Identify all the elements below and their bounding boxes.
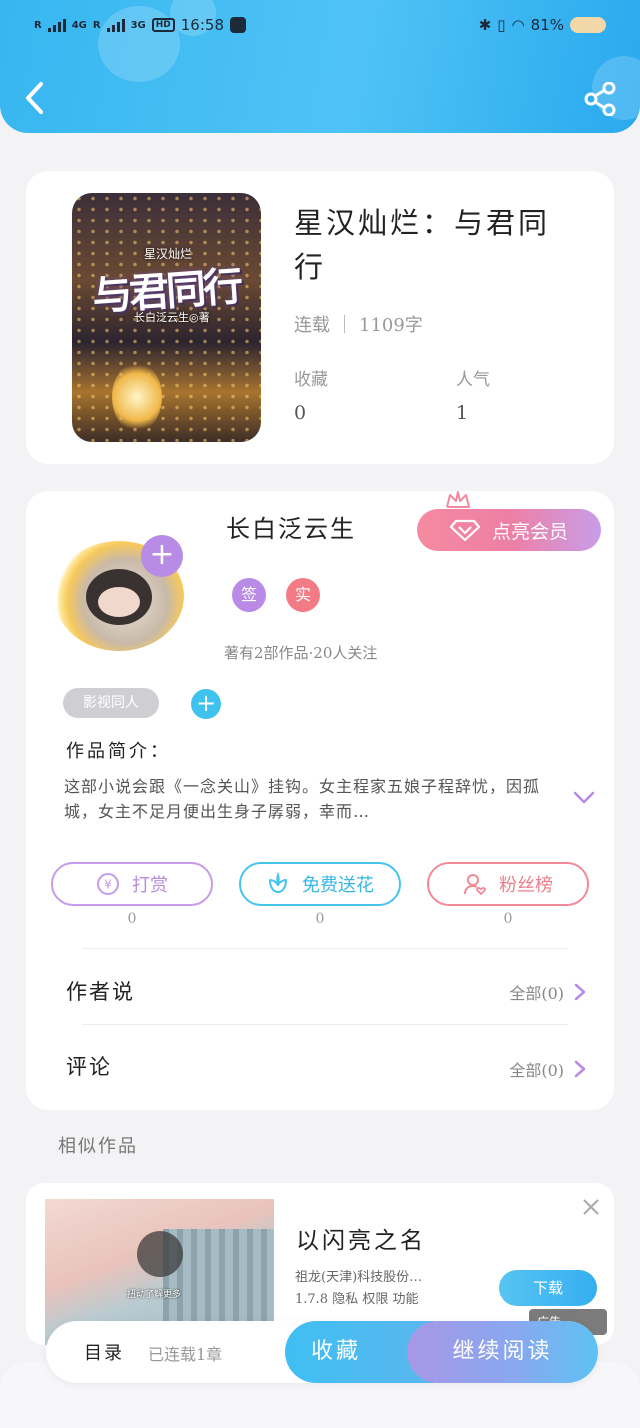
ad-title: 以闪亮之名 bbox=[296, 1228, 426, 1254]
popularity-stat: 人气 1 bbox=[456, 365, 490, 424]
ad-desc: 祖龙(天津)科技股份… 1.7.8 隐私 权限 功能 bbox=[295, 1267, 422, 1311]
author-says-count: 全部(0) bbox=[509, 984, 564, 1003]
play-icon[interactable] bbox=[137, 1231, 183, 1277]
vibrate-icon: ▯ bbox=[497, 16, 506, 34]
intro-label: 作品简介： bbox=[66, 741, 171, 762]
toc-status: 已连载1章 bbox=[148, 1345, 223, 1364]
signal-icon bbox=[47, 18, 66, 32]
share-icon[interactable] bbox=[584, 82, 616, 116]
sim1-network: 4G bbox=[71, 19, 87, 31]
send-flower-button[interactable]: 免费送花 bbox=[239, 862, 401, 906]
book-title: 星汉灿烂：与君同行 bbox=[294, 206, 551, 284]
cover-lantern bbox=[112, 362, 162, 432]
book-word-count: 1109字 bbox=[359, 315, 423, 336]
comments-label: 评论 bbox=[66, 1055, 112, 1079]
divider bbox=[82, 1024, 568, 1025]
toc-button[interactable]: 目录 bbox=[84, 1339, 124, 1365]
yen-icon: ¥ bbox=[97, 873, 119, 895]
avatar-figure bbox=[86, 569, 152, 625]
bottom-action-bar: 目录 已连载1章 收藏 继续阅读 bbox=[46, 1321, 598, 1383]
close-icon[interactable] bbox=[581, 1197, 601, 1217]
book-cover[interactable]: 星汉灿烂 与君同行 长白泛云生◎著 bbox=[72, 193, 261, 442]
tip-button-label: 打赏 bbox=[132, 875, 168, 896]
comments-link[interactable]: 全部(0) bbox=[509, 1057, 586, 1081]
svg-text:¥: ¥ bbox=[104, 878, 112, 892]
hd-icon: HD bbox=[151, 18, 175, 32]
battery-level: 81% bbox=[530, 16, 564, 34]
author-name[interactable]: 长白泛云生 bbox=[226, 509, 356, 544]
download-button[interactable]: 下载 bbox=[499, 1270, 597, 1306]
chevron-right-icon bbox=[574, 1060, 586, 1078]
notification-icon bbox=[230, 17, 246, 33]
add-tag-button[interactable]: + bbox=[191, 689, 221, 719]
fans-rank-label: 粉丝榜 bbox=[499, 875, 553, 896]
send-flower-label: 免费送花 bbox=[302, 875, 374, 896]
popularity-value: 1 bbox=[456, 402, 469, 424]
sim2-prefix: R bbox=[92, 19, 101, 31]
author-says-link[interactable]: 全部(0) bbox=[509, 980, 586, 1004]
diamond-icon bbox=[449, 519, 480, 541]
author-says-label: 作者说 bbox=[66, 980, 135, 1004]
badge-sign: 签 bbox=[232, 578, 266, 612]
status-bar: R 4G R 3G HD 16:58 ✱ ▯ ◠ 81% bbox=[34, 10, 606, 40]
sim2-network: 3G bbox=[130, 19, 146, 31]
vip-button-label: 点亮会员 bbox=[491, 520, 568, 543]
popularity-label: 人气 bbox=[456, 370, 490, 390]
favorites-stat: 收藏 0 bbox=[294, 365, 328, 424]
ad-app-info: 1.7.8 隐私 权限 功能 bbox=[295, 1292, 419, 1307]
favorites-value: 0 bbox=[294, 402, 307, 424]
chevron-down-icon[interactable] bbox=[573, 791, 595, 805]
sim1-prefix: R bbox=[34, 19, 42, 31]
favorites-label: 收藏 bbox=[294, 370, 328, 390]
flower-count: 0 bbox=[315, 911, 325, 927]
book-status: 连载 bbox=[294, 315, 330, 336]
crown-icon bbox=[446, 491, 470, 508]
vip-button[interactable]: 点亮会员 bbox=[417, 509, 601, 551]
genre-tag[interactable]: 影视同人 bbox=[63, 688, 159, 718]
intro-text: 这部小说会跟《一念关山》挂钩。女主程家五娘子程辞忧，因孤城，女主不足月便出生身子… bbox=[64, 777, 541, 821]
meta-divider bbox=[344, 315, 345, 333]
back-icon[interactable] bbox=[22, 80, 48, 116]
header: R 4G R 3G HD 16:58 ✱ ▯ ◠ 81% bbox=[0, 0, 640, 133]
fans-rank-button[interactable]: 粉丝榜 bbox=[427, 862, 589, 906]
chevron-right-icon bbox=[574, 983, 586, 1001]
battery-icon bbox=[570, 17, 606, 33]
tip-button[interactable]: ¥ 打赏 bbox=[51, 862, 213, 906]
tip-count: 0 bbox=[127, 911, 137, 927]
author-info: 著有2部作品·20人关注 bbox=[224, 644, 378, 662]
continue-reading-button[interactable]: 继续阅读 bbox=[407, 1321, 598, 1383]
ad-developer: 祖龙(天津)科技股份… bbox=[295, 1270, 423, 1285]
cover-author: 长白泛云生◎著 bbox=[134, 311, 210, 324]
flower-icon bbox=[269, 872, 287, 893]
badge-real: 实 bbox=[286, 578, 320, 612]
bluetooth-icon: ✱ bbox=[478, 16, 492, 34]
similar-works-title: 相似作品 bbox=[58, 1136, 138, 1157]
signal-icon bbox=[106, 18, 125, 32]
comments-count: 全部(0) bbox=[509, 1061, 564, 1080]
user-heart-icon bbox=[464, 874, 486, 896]
fans-count: 0 bbox=[503, 911, 513, 927]
follow-plus-icon[interactable]: + bbox=[141, 535, 183, 577]
ad-hint: 扭动了解更多 bbox=[127, 1290, 182, 1300]
divider bbox=[82, 948, 568, 949]
wifi-icon: ◠ bbox=[511, 16, 525, 34]
author-card: + 长白泛云生 点亮会员 签 实 著有2部作品·20人关注 影视同人 + 作品简… bbox=[26, 491, 614, 1110]
clock: 16:58 bbox=[180, 16, 224, 34]
book-info-card: 星汉灿烂 与君同行 长白泛云生◎著 星汉灿烂：与君同行 连载 1109字 收藏 … bbox=[26, 171, 614, 464]
book-meta: 连载 1109字 bbox=[294, 311, 423, 337]
